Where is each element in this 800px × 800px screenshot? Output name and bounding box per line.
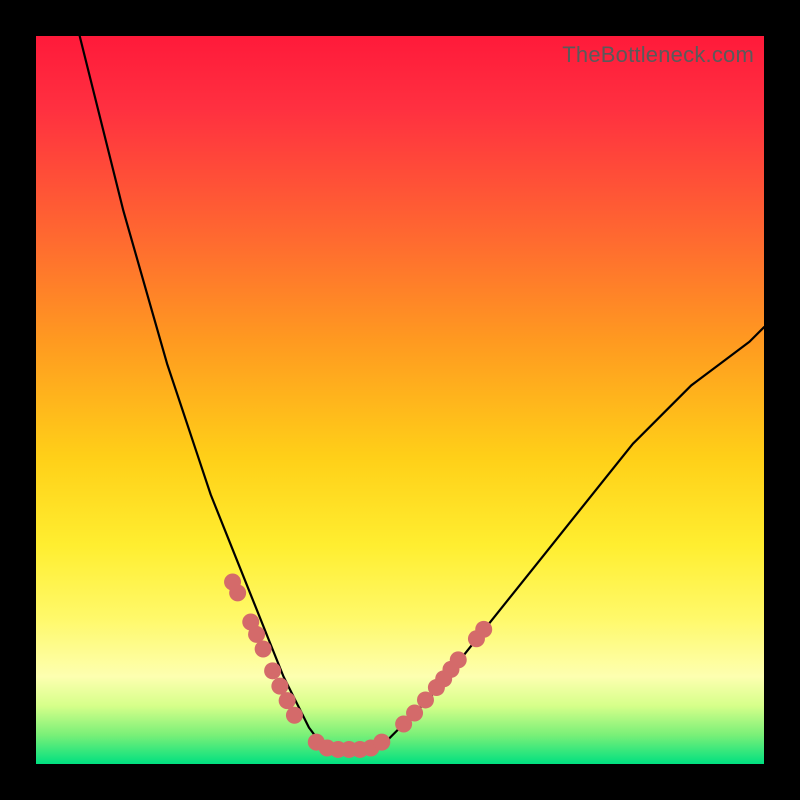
marker-dot [248,626,265,643]
plot-area: TheBottleneck.com [36,36,764,764]
marker-group-trough [308,734,391,758]
marker-dot [475,621,492,638]
marker-dot [229,584,246,601]
marker-group-left [224,574,303,724]
marker-dot [286,707,303,724]
marker-dot [279,692,296,709]
chart-frame: TheBottleneck.com [0,0,800,800]
marker-dot [264,662,281,679]
marker-dot [271,678,288,695]
marker-dot [450,651,467,668]
curve-layer [36,36,764,764]
marker-dot [406,705,423,722]
marker-group-right [395,621,492,733]
marker-dot [255,640,272,657]
bottleneck-curve [80,36,764,749]
marker-dot [373,734,390,751]
